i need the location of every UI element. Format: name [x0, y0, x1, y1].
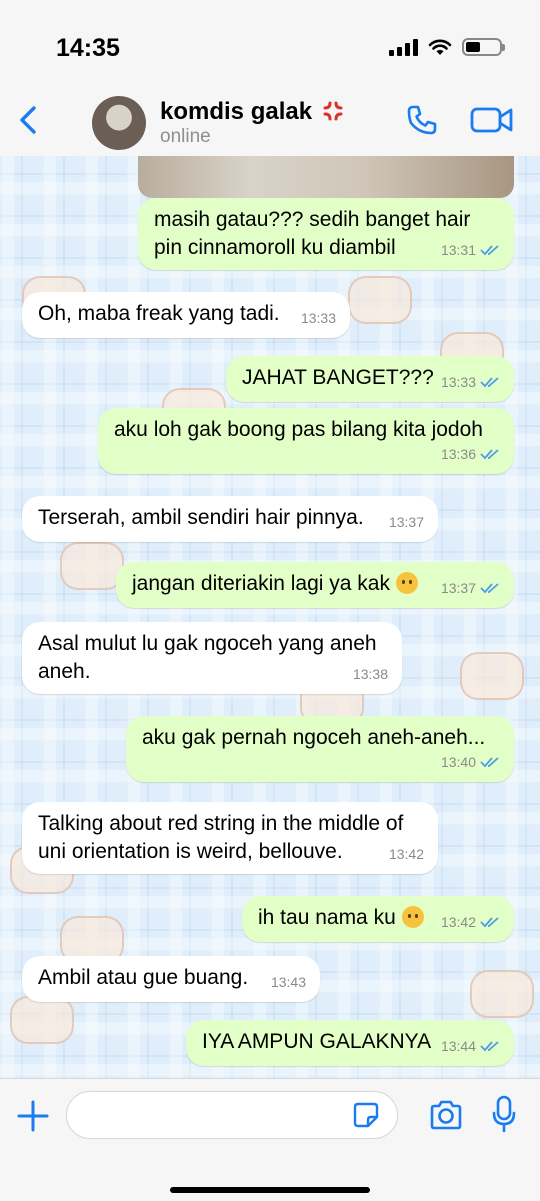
message-meta: 13:40 [441, 748, 500, 776]
message-bubble-outgoing[interactable]: aku gak pernah ngoceh aneh-aneh... 13:40 [126, 716, 514, 782]
camera-icon[interactable] [428, 1099, 464, 1131]
status-time: 14:35 [56, 34, 120, 62]
message-bubble-outgoing[interactable]: IYA AMPUN GALAKNYA 13:44 [186, 1020, 514, 1066]
message-bubble-outgoing[interactable]: ih tau nama ku 13:42 [242, 896, 514, 942]
wallpaper-decoration [60, 542, 124, 590]
read-receipt-icon [480, 757, 499, 768]
message-meta: 13:33 [441, 368, 500, 396]
message-meta: 13:42 [389, 840, 424, 868]
wifi-icon [428, 39, 452, 55]
message-text: Asal mulut lu gak ngoceh yang aneh aneh. [38, 632, 377, 683]
message-meta: 13:31 [441, 236, 500, 264]
message-text: Ambil atau gue buang. [38, 966, 249, 989]
contact-status: online [160, 126, 211, 147]
message-text-content: ih tau nama ku [258, 906, 396, 929]
wallpaper-decoration [10, 996, 74, 1044]
message-time: 13:38 [352, 666, 388, 682]
message-meta: 13:43 [271, 968, 306, 996]
message-bubble-outgoing[interactable]: masih gatau??? sedih banget hair pin cin… [138, 198, 514, 270]
message-time: 13:37 [440, 580, 476, 596]
cellular-signal-icon [389, 38, 418, 56]
anger-symbol-icon [323, 101, 343, 121]
home-indicator [170, 1187, 370, 1193]
contact-name-row[interactable]: komdis galak [160, 98, 343, 126]
contact-name[interactable]: komdis galak [160, 98, 312, 125]
shared-photo-preview[interactable] [138, 156, 514, 198]
wallpaper-decoration [460, 652, 524, 700]
message-meta: 13:36 [441, 440, 500, 468]
message-input[interactable] [66, 1091, 398, 1139]
message-time: 13:42 [388, 846, 424, 862]
message-time: 13:42 [440, 914, 476, 930]
message-meta: 13:42 [441, 908, 500, 936]
message-input-bar [0, 1078, 540, 1201]
read-receipt-icon [480, 917, 499, 928]
message-bubble-incoming[interactable]: Oh, maba freak yang tadi. 13:33 [22, 292, 350, 338]
message-bubble-incoming[interactable]: Talking about red string in the middle o… [22, 802, 438, 874]
message-time: 13:31 [440, 242, 476, 258]
message-time: 13:40 [440, 754, 476, 770]
disappointed-face-emoji-icon [395, 572, 418, 594]
video-camera-icon[interactable] [470, 104, 514, 136]
message-text: Oh, maba freak yang tadi. [38, 302, 280, 325]
wallpaper-decoration [470, 970, 534, 1018]
microphone-icon[interactable] [492, 1095, 516, 1133]
back-chevron-icon[interactable] [10, 102, 46, 138]
message-time: 13:33 [300, 310, 336, 326]
message-bubble-outgoing[interactable]: JAHAT BANGET??? 13:33 [226, 356, 514, 402]
message-time: 13:43 [270, 974, 306, 990]
message-meta: 13:37 [389, 508, 424, 536]
message-bubble-incoming[interactable]: Terserah, ambil sendiri hair pinnya. 13:… [22, 496, 438, 542]
status-icons [389, 38, 505, 56]
message-time: 13:36 [440, 446, 476, 462]
chat-area[interactable]: masih gatau??? sedih banget hair pin cin… [0, 156, 540, 1078]
read-receipt-icon [480, 1041, 499, 1052]
chat-header: komdis galak online [0, 86, 540, 157]
read-receipt-icon [480, 449, 499, 460]
message-meta: 13:38 [353, 660, 388, 688]
avatar[interactable] [92, 96, 146, 150]
phone-icon[interactable] [404, 102, 440, 138]
read-receipt-icon [480, 245, 499, 256]
plus-icon[interactable] [16, 1099, 50, 1133]
battery-icon [462, 38, 505, 56]
message-time: 13:33 [440, 374, 476, 390]
message-text: Terserah, ambil sendiri hair pinnya. [38, 506, 364, 529]
message-meta: 13:44 [441, 1032, 500, 1060]
message-bubble-incoming[interactable]: Ambil atau gue buang. 13:43 [22, 956, 320, 1002]
read-receipt-icon [480, 583, 499, 594]
message-meta: 13:37 [441, 574, 500, 602]
shushing-face-emoji-icon [401, 906, 424, 928]
message-text: Talking about red string in the middle o… [38, 812, 404, 863]
read-receipt-icon [480, 377, 499, 388]
message-bubble-outgoing[interactable]: jangan diteriakin lagi ya kak 13:37 [116, 562, 514, 608]
message-meta: 13:33 [301, 304, 336, 332]
wallpaper-decoration [348, 276, 412, 324]
message-time: 13:44 [440, 1038, 476, 1054]
sticker-icon[interactable] [352, 1101, 380, 1129]
message-time: 13:37 [388, 514, 424, 530]
message-bubble-incoming[interactable]: Asal mulut lu gak ngoceh yang aneh aneh.… [22, 622, 402, 694]
message-text-content: jangan diteriakin lagi ya kak [132, 572, 390, 595]
message-bubble-outgoing[interactable]: aku loh gak boong pas bilang kita jodoh … [98, 408, 514, 474]
status-bar: 14:35 [0, 0, 540, 86]
